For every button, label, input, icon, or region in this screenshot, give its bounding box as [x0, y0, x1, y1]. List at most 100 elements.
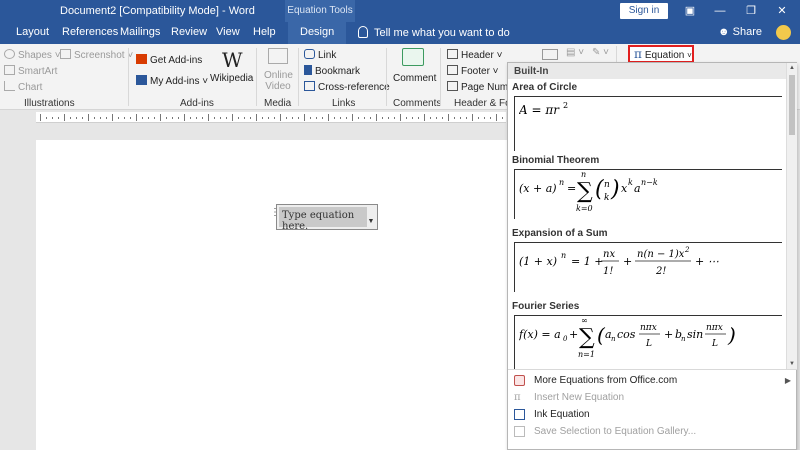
- ruler-tick: [490, 117, 491, 119]
- tab-layout[interactable]: Layout: [16, 26, 49, 38]
- ruler-tick: [418, 117, 419, 119]
- bookmark-button[interactable]: Bookmark: [304, 65, 360, 77]
- ruler-tick: [82, 117, 83, 119]
- restore-button[interactable]: ❐: [737, 2, 765, 20]
- svg-text:x: x: [621, 182, 628, 195]
- window-title: Document2 [Compatibility Mode] - Word: [60, 5, 255, 17]
- svg-text:+: +: [569, 328, 578, 341]
- tab-review[interactable]: Review: [171, 26, 207, 38]
- built-in-section-header: Built-In: [508, 63, 786, 79]
- tab-references[interactable]: References: [62, 26, 118, 38]
- insert-new-equation-menu-item[interactable]: π Insert New Equation: [508, 389, 797, 406]
- fourier-series-formula: f(x) = a 0 + ∑ ∞ n=1 ( a n cos nπx L + b…: [519, 316, 736, 359]
- document-page[interactable]: [36, 140, 508, 450]
- ruler-tick: [454, 117, 455, 119]
- equation-placeholder-text[interactable]: Type equation here.: [279, 207, 367, 232]
- svg-text:(: (: [595, 177, 604, 202]
- close-button[interactable]: ✕: [768, 2, 796, 20]
- ruler-tick: [316, 117, 317, 119]
- svg-text:n: n: [561, 251, 566, 260]
- smartart-button[interactable]: SmartArt: [4, 65, 57, 77]
- ruler-tick: [250, 117, 251, 119]
- ruler-tick: [328, 114, 329, 121]
- binomial-theorem-formula: (x + a) n = ∑ n k=0 ( n k ) x k a n−k: [519, 170, 658, 213]
- ruler-tick: [58, 117, 59, 119]
- equation-expansion-of-a-sum[interactable]: (1 + x) n = 1 + nx 1! + n(n − 1)x 2 2! +…: [514, 242, 782, 292]
- ruler-tick: [394, 117, 395, 119]
- group-divider: [386, 48, 387, 106]
- screenshot-button[interactable]: Screenshot ˅: [60, 49, 133, 61]
- signature-line-icon[interactable]: ✎ ˅: [592, 47, 609, 58]
- new-comment-icon: [402, 48, 424, 66]
- textbox-icon[interactable]: [542, 49, 558, 60]
- svg-text:(x + a): (x + a): [519, 182, 557, 195]
- minimize-button[interactable]: —: [706, 2, 734, 20]
- feedback-smiley-icon[interactable]: [776, 25, 791, 40]
- svg-text:∑: ∑: [579, 325, 595, 350]
- ruler-tick: [46, 117, 47, 119]
- svg-text:k=0: k=0: [576, 204, 593, 213]
- ruler-tick: [166, 117, 167, 119]
- tab-view[interactable]: View: [216, 26, 240, 38]
- wikipedia-icon[interactable]: W: [222, 48, 243, 72]
- svg-text:+ ⋯: + ⋯: [695, 255, 719, 268]
- equation-binomial-theorem[interactable]: (x + a) n = ∑ n k=0 ( n k ) x k a n−k: [514, 169, 782, 219]
- equation-button[interactable]: π Equation ˅: [628, 45, 694, 63]
- group-label-illustrations: Illustrations: [24, 98, 75, 109]
- tab-mailings[interactable]: Mailings: [120, 26, 160, 38]
- equation-area-of-circle[interactable]: A = πr 2: [514, 96, 782, 151]
- wikipedia-button[interactable]: Wikipedia: [210, 73, 253, 84]
- my-addins-button[interactable]: My Add-ins ˅: [136, 75, 208, 87]
- chart-button[interactable]: Chart: [4, 81, 42, 93]
- header-button[interactable]: Header ˅: [447, 49, 502, 61]
- svg-text:n: n: [611, 335, 616, 343]
- get-addins-button[interactable]: Get Add-ins: [136, 54, 202, 66]
- scroll-down-arrow-icon[interactable]: ▼: [787, 359, 797, 369]
- svg-text:n: n: [681, 335, 686, 343]
- tab-design[interactable]: Design: [288, 22, 347, 44]
- smartart-icon: [4, 65, 15, 75]
- screenshot-icon: [60, 49, 71, 59]
- link-button[interactable]: Link: [304, 49, 336, 61]
- ruler-tick: [430, 117, 431, 119]
- scroll-up-arrow-icon[interactable]: ▲: [787, 63, 797, 73]
- more-equations-menu-item[interactable]: More Equations from Office.com ▶: [508, 372, 797, 389]
- ruler-tick: [460, 117, 461, 119]
- equation-title-binomial-theorem: Binomial Theorem: [512, 155, 600, 166]
- ruler-tick: [358, 117, 359, 119]
- lightbulb-icon: [358, 26, 368, 38]
- shapes-button[interactable]: Shapes ˅: [4, 49, 61, 61]
- svg-text:(1 + x): (1 + x): [519, 255, 557, 268]
- online-video-button[interactable]: Online Video: [264, 70, 293, 92]
- svg-text:n(n − 1)x: n(n − 1)x: [637, 249, 685, 260]
- cross-reference-button[interactable]: Cross-reference: [304, 81, 390, 93]
- footer-button[interactable]: Footer ˅: [447, 65, 499, 77]
- ruler-tick: [406, 117, 407, 119]
- ribbon-display-options-icon[interactable]: ▣: [676, 2, 704, 20]
- ruler-tick: [448, 114, 449, 121]
- ruler-tick: [322, 117, 323, 119]
- equation-fourier-series[interactable]: f(x) = a 0 + ∑ ∞ n=1 ( a n cos nπx L + b…: [514, 315, 782, 369]
- scrollbar-thumb[interactable]: [789, 75, 795, 135]
- horizontal-ruler[interactable]: [36, 112, 506, 123]
- ruler-tick: [340, 117, 341, 119]
- ruler-tick: [370, 117, 371, 119]
- equation-options-dropdown-icon[interactable]: ▼: [366, 218, 376, 228]
- gallery-scrollbar[interactable]: ▲ ▼: [786, 63, 797, 369]
- title-bar: Document2 [Compatibility Mode] - Word Eq…: [0, 0, 800, 22]
- ink-equation-menu-item[interactable]: Ink Equation: [508, 406, 797, 423]
- equation-title-area-of-circle: Area of Circle: [512, 82, 578, 93]
- ruler-tick: [100, 117, 101, 119]
- comment-button[interactable]: Comment: [393, 73, 436, 84]
- ruler-tick: [400, 114, 401, 121]
- quick-parts-icon[interactable]: ▤ ˅: [566, 47, 584, 58]
- tell-me-search[interactable]: Tell me what you want to do: [358, 26, 510, 39]
- share-button[interactable]: ☻ Share: [718, 26, 762, 38]
- ruler-tick: [376, 114, 377, 121]
- save-selection-to-gallery-menu-item[interactable]: Save Selection to Equation Gallery...: [508, 423, 797, 440]
- equation-placeholder-box[interactable]: ⋮ Type equation here. ▼: [270, 204, 378, 232]
- sign-in-button[interactable]: Sign in: [620, 3, 668, 19]
- tab-help[interactable]: Help: [253, 26, 276, 38]
- group-divider: [256, 48, 257, 106]
- svg-text:n=1: n=1: [578, 350, 595, 359]
